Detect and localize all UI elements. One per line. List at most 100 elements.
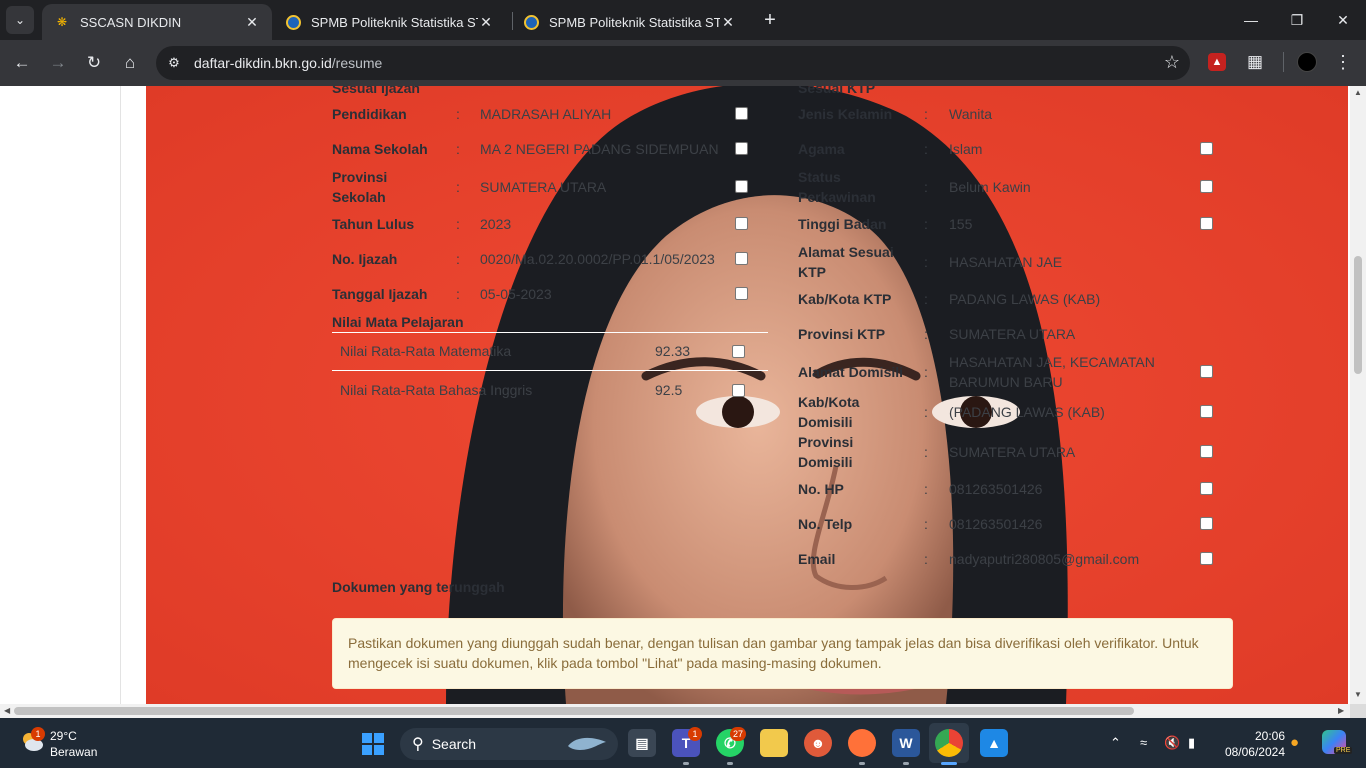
photos-icon[interactable]: ▲ [980,729,1008,757]
resume-content: Sesuai Ijazah Pendidikan : MADRASAH ALIY… [0,86,1350,704]
verify-checkbox-tahun-lulus[interactable] [735,217,748,230]
colon: : [924,364,928,380]
value-alamat-ktp: HASAHATAN JAE [949,254,1063,270]
taskbar-search[interactable]: ⚲ Search [400,728,618,760]
url-path: /resume [331,55,383,71]
verify-checkbox-no-hp[interactable] [1200,482,1213,495]
tab-spmb-stis-1[interactable]: SPMB Politeknik Statistika STIS ✕ [274,4,506,40]
value-provinsi-ktp: SUMATERA UTARA [949,326,1076,342]
volume-muted-icon[interactable]: 🔇 [1164,735,1180,751]
close-icon[interactable]: ✕ [244,14,260,31]
verify-checkbox-email[interactable] [1200,552,1213,565]
verify-checkbox-pendidikan[interactable] [735,107,748,120]
verify-checkbox-provinsi-domisili[interactable] [1200,445,1213,458]
tab-title: SSCASN DIKDIN [80,14,182,30]
weather-temperature[interactable]: 29°C [50,729,77,743]
tab-title: SPMB Politeknik Statistika STIS [311,14,478,30]
browser-menu-icon[interactable]: ⋮ [1334,50,1352,74]
battery-icon[interactable]: ▮ [1188,735,1195,751]
game-app-icon[interactable]: ☻ [804,729,832,757]
firefox-icon[interactable] [848,729,876,757]
task-view-icon[interactable]: ▤ [628,729,656,757]
scroll-down-arrow-icon[interactable]: ▼ [1354,690,1362,699]
bookmark-star-icon[interactable]: ☆ [1164,52,1180,73]
colon: : [924,179,928,195]
value-provinsi-sekolah: SUMATERA UTARA [480,179,607,195]
colon: : [924,106,928,122]
verify-checkbox-bahasa-inggris[interactable] [732,384,745,397]
teams-badge: 1 [688,727,702,741]
start-button[interactable] [362,733,384,755]
verify-checkbox-provinsi-sekolah[interactable] [735,180,748,193]
partial-label-ijazah: Sesuai Ijazah [332,86,420,96]
extension-icon[interactable]: ▲ [1208,53,1226,71]
close-window-button[interactable]: ✕ [1320,0,1366,40]
horizontal-scrollbar[interactable]: ◀ ▶ [0,704,1350,718]
documents-section-title: Dokumen yang terunggah [332,579,505,595]
scroll-right-arrow-icon[interactable]: ▶ [1338,706,1344,715]
close-icon[interactable]: ✕ [720,14,736,31]
minimize-button[interactable]: — [1228,0,1274,40]
colon: : [924,291,928,307]
grade-subject-bahasa-inggris: Nilai Rata-Rata Bahasa Inggris [340,382,533,398]
word-icon[interactable]: W [892,729,920,757]
verify-checkbox-kab-kota-domisili[interactable] [1200,405,1213,418]
notification-bell-icon[interactable]: ● [1290,734,1299,751]
forward-button[interactable]: → [44,49,72,77]
scroll-left-arrow-icon[interactable]: ◀ [4,706,10,715]
clock-time[interactable]: 20:06 [1253,729,1285,743]
profile-avatar[interactable] [1297,52,1317,72]
file-explorer-icon[interactable] [760,729,788,757]
scroll-up-arrow-icon[interactable]: ▲ [1354,88,1362,97]
chrome-icon[interactable] [935,729,963,757]
verify-checkbox-agama[interactable] [1200,142,1213,155]
vertical-scrollbar[interactable]: ▲ ▼ [1350,86,1366,704]
url-text[interactable]: daftar-dikdin.bkn.go.id/resume [194,55,382,71]
label-tinggi-badan: Tinggi Badan [798,216,887,232]
grades-section-title: Nilai Mata Pelajaran [332,314,464,330]
tray-overflow-chevron-icon[interactable]: ⌃ [1110,735,1121,751]
restore-button[interactable]: ❐ [1274,0,1320,40]
vertical-scroll-thumb[interactable] [1354,256,1362,374]
tab-sscasn-dikdin[interactable]: ❋ SSCASN DIKDIN ✕ [42,4,272,40]
value-tanggal-ijazah: 05-05-2023 [480,286,552,302]
wifi-icon[interactable]: ≈ [1140,735,1147,750]
verify-checkbox-alamat-domisili[interactable] [1200,365,1213,378]
verify-checkbox-matematika[interactable] [732,345,745,358]
clock-date[interactable]: 08/06/2024 [1220,745,1285,759]
verify-checkbox-tinggi-badan[interactable] [1200,217,1213,230]
site-info-icon[interactable]: ⚙ [162,51,186,75]
close-icon[interactable]: ✕ [478,14,494,31]
verify-checkbox-no-telp[interactable] [1200,517,1213,530]
verify-checkbox-tanggal-ijazah[interactable] [735,287,748,300]
windows-logo-icon [374,745,384,755]
home-button[interactable]: ⌂ [116,49,144,77]
search-label: Search [431,736,477,752]
windows-taskbar: 1 29°C Berawan ⚲ Search ▤ T 1 ✆ 27 ☻ W ▲… [0,718,1366,768]
label-status-perkawinan: Status Perkawinan [798,169,876,205]
value-alamat-domisili: HASAHATAN JAE, KECAMATAN BARUMUN BARU [949,354,1155,390]
windows-logo-icon [374,733,384,743]
verify-checkbox-status-perkawinan[interactable] [1200,180,1213,193]
documents-notice-text: Pastikan dokumen yang diunggah sudah ben… [348,635,1199,671]
verify-checkbox-no-ijazah[interactable] [735,252,748,265]
grades-divider [332,332,768,333]
reload-button[interactable]: ↻ [80,49,108,77]
horizontal-scroll-thumb[interactable] [14,707,1134,715]
windows-logo-icon [362,745,372,755]
tab-search-button[interactable]: ⌄ [6,6,34,34]
new-tab-button[interactable]: + [758,8,782,32]
stis-icon [286,14,301,30]
verify-checkbox-nama-sekolah[interactable] [735,142,748,155]
colon: : [924,141,928,157]
extensions-puzzle-icon[interactable]: ▦ [1244,50,1266,74]
value-kab-kota-ktp: PADANG LAWAS (KAB) [949,291,1101,307]
tab-spmb-stis-2[interactable]: SPMB Politeknik Statistika STIS ✕ [512,4,748,40]
address-bar[interactable]: ⚙ daftar-dikdin.bkn.go.id/resume ☆ [156,46,1190,80]
label-jenis-kelamin: Jenis Kelamin [798,106,893,122]
colon: : [924,216,928,232]
weather-description[interactable]: Berawan [50,745,97,759]
scrollbar-corner [1350,704,1366,718]
label-agama: Agama [798,141,845,157]
back-button[interactable]: ← [8,49,36,77]
